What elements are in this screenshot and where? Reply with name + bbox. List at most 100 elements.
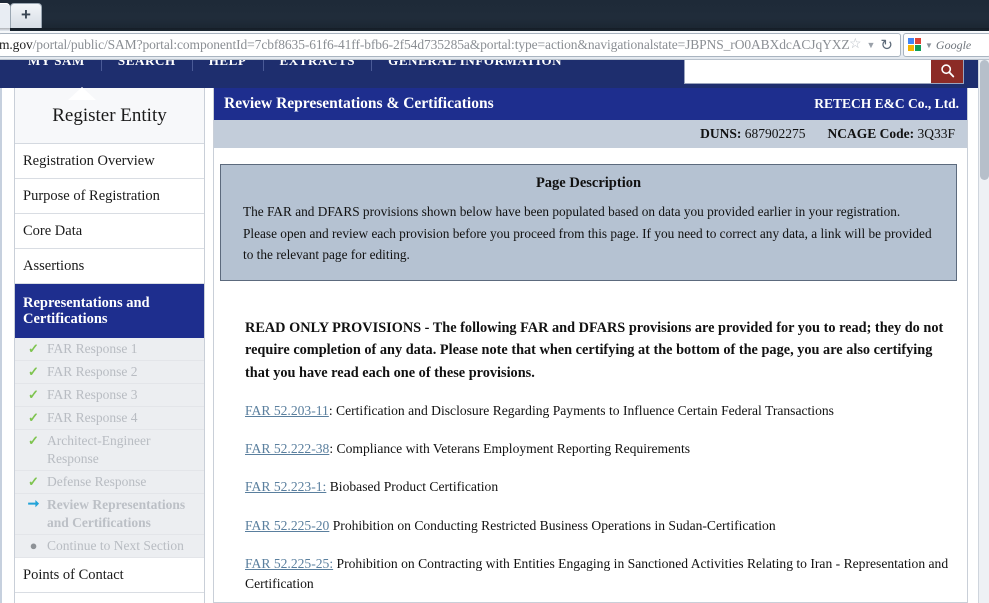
arrow-right-icon: ➞ — [27, 497, 40, 512]
provision-item: FAR 52.222-38: Compliance with Veterans … — [245, 439, 951, 459]
check-icon: ✓ — [28, 387, 39, 402]
sam-search-button[interactable] — [931, 60, 963, 83]
provision-text: Certification and Disclosure Regarding P… — [336, 403, 834, 419]
provision-link[interactable]: FAR 52.203-11 — [245, 403, 329, 418]
google-icon — [908, 38, 922, 52]
nav-active-pointer — [68, 87, 96, 100]
provision-item: FAR 52.203-11: Certification and Disclos… — [245, 401, 951, 421]
sidebar-item-representations-and-certifications[interactable]: Representations and Certifications — [15, 284, 204, 338]
provision-item: FAR 52.225-25: Prohibition on Contractin… — [245, 554, 951, 594]
sidebar-subitem-continue-to-next-section[interactable]: ● Continue to Next Section — [15, 535, 204, 558]
sidebar-subitem-label: FAR Response 1 — [47, 341, 138, 356]
sidebar-subitem-defense-response[interactable]: ✓ Defense Response — [15, 471, 204, 494]
scrollbar-thumb[interactable] — [980, 60, 989, 180]
sidebar-subitem-architect-engineer-response[interactable]: ✓ Architect-Engineer Response — [15, 430, 204, 471]
provision-separator: : — [328, 403, 333, 419]
check-icon: ✓ — [28, 474, 39, 489]
provision-separator: : — [329, 441, 334, 457]
sidebar-subitem-label: Review Representations and Certification… — [47, 497, 186, 530]
star-icon[interactable]: ☆ — [849, 38, 862, 52]
sidebar-item-points-of-contact[interactable]: Points of Contact — [15, 558, 204, 593]
content-title: Review Representations & Certifications — [224, 95, 494, 112]
duns-field: DUNS: 687902275 — [700, 126, 805, 142]
provision-item: FAR 52.225-20 Prohibition on Conducting … — [245, 516, 951, 536]
provision-text: Biobased Product Certification — [329, 479, 499, 495]
sidebar-subitem-label: FAR Response 2 — [47, 364, 138, 379]
provision-link[interactable]: FAR 52.222-38 — [245, 441, 329, 456]
active-tab[interactable] — [0, 3, 10, 31]
search-icon — [940, 63, 954, 77]
sam-top-navigation: MY SAM SEARCH HELP EXTRACTS GENERAL INFO… — [0, 60, 978, 88]
sidebar-nav-list-after: Points of Contact Small Business Certifi… — [15, 558, 204, 603]
browser-navigation-bar: m.gov/portal/public/SAM?portal:component… — [0, 31, 989, 60]
address-bar[interactable]: m.gov/portal/public/SAM?portal:component… — [0, 33, 901, 57]
sidebar-subitem-far-response-1[interactable]: ✓ FAR Response 1 — [15, 338, 204, 361]
sidebar-subitem-review-representations-and-certifications[interactable]: ➞ Review Representations and Certificati… — [15, 494, 204, 535]
sam-search-input[interactable] — [685, 60, 933, 83]
sidebar-item-registration-overview[interactable]: Registration Overview — [15, 144, 204, 179]
read-only-provisions-heading: READ ONLY PROVISIONS - The following FAR… — [245, 319, 944, 382]
sidebar-item-assertions[interactable]: Assertions — [15, 249, 204, 284]
check-icon: ✓ — [28, 410, 39, 425]
page-title: Register Entity — [15, 88, 204, 144]
browser-tab-strip: + — [0, 0, 989, 31]
check-icon: ✓ — [28, 341, 39, 356]
sidebar-subitem-label: Continue to Next Section — [47, 538, 184, 553]
provision-item: FAR 52.223-1: Biobased Product Certifica… — [245, 477, 951, 497]
entity-identifiers-bar: DUNS: 687902275 NCAGE Code: 3Q33F — [214, 120, 967, 148]
ncage-label: NCAGE Code: — [827, 126, 915, 141]
browser-chrome: + m.gov/portal/public/SAM?portal:compone… — [0, 0, 989, 60]
page-description-body: The FAR and DFARS provisions shown below… — [243, 204, 932, 263]
sidebar-nav-list: Registration Overview Purpose of Registr… — [15, 144, 204, 338]
sam-nav-search[interactable]: SEARCH — [102, 60, 193, 71]
sam-nav-help[interactable]: HELP — [193, 60, 264, 71]
reload-icon[interactable]: ↻ — [880, 36, 893, 54]
sidebar-subitem-label: FAR Response 4 — [47, 410, 138, 425]
sidebar-subitem-far-response-3[interactable]: ✓ FAR Response 3 — [15, 384, 204, 407]
check-icon: ✓ — [28, 433, 39, 448]
ncage-value: 3Q33F — [917, 126, 955, 141]
sidebar-item-core-data[interactable]: Core Data — [15, 214, 204, 249]
sidebar-sub-list: ✓ FAR Response 1 ✓ FAR Response 2 ✓ FAR … — [15, 338, 204, 558]
sam-nav-items: MY SAM SEARCH HELP EXTRACTS GENERAL INFO… — [12, 60, 578, 71]
search-engine-chevron-down-icon[interactable]: ▼ — [925, 41, 933, 50]
sidebar-subitem-label: Architect-Engineer Response — [47, 433, 151, 466]
url-host: m.gov — [0, 37, 33, 52]
page-viewport: MY SAM SEARCH HELP EXTRACTS GENERAL INFO… — [0, 60, 989, 603]
sidebar: Register Entity Registration Overview Pu… — [14, 88, 205, 603]
browser-search-box[interactable]: ▼ Google — [903, 33, 989, 57]
address-bar-url: m.gov/portal/public/SAM?portal:component… — [0, 37, 849, 53]
page-scrollbar[interactable] — [978, 60, 989, 603]
company-name: RETECH E&C Co., Ltd. — [814, 96, 959, 111]
address-bar-icons: ☆ ▼ ↻ — [849, 36, 896, 54]
sidebar-subitem-label: Defense Response — [47, 474, 147, 489]
check-icon: ✓ — [28, 364, 39, 379]
sam-nav-extracts[interactable]: EXTRACTS — [264, 60, 373, 71]
content-header: Review Representations & Certifications … — [214, 88, 967, 120]
sidebar-item-small-business-certification[interactable]: Small Business Certification — [15, 593, 204, 603]
ncage-field: NCAGE Code: 3Q33F — [827, 126, 955, 142]
duns-label: DUNS: — [700, 126, 742, 141]
new-tab-button[interactable]: + — [10, 3, 42, 28]
sam-nav-my-sam[interactable]: MY SAM — [12, 60, 102, 71]
provision-link[interactable]: FAR 52.225-20 — [245, 518, 329, 533]
provision-link[interactable]: FAR 52.225-25: — [245, 556, 333, 571]
circle-icon: ● — [29, 538, 38, 553]
main-content: Review Representations & Certifications … — [213, 88, 968, 603]
provisions-list: FAR 52.203-11: Certification and Disclos… — [245, 401, 951, 594]
sidebar-subitem-far-response-2[interactable]: ✓ FAR Response 2 — [15, 361, 204, 384]
provision-link[interactable]: FAR 52.223-1: — [245, 479, 326, 494]
sam-nav-general-information[interactable]: GENERAL INFORMATION — [372, 60, 578, 71]
sidebar-subitem-far-response-4[interactable]: ✓ FAR Response 4 — [15, 407, 204, 430]
sidebar-subitem-label: FAR Response 3 — [47, 387, 138, 402]
provision-text: Prohibition on Conducting Restricted Bus… — [332, 517, 776, 533]
page-description-title: Page Description — [535, 175, 642, 191]
sam-search-container — [684, 60, 964, 84]
provision-text: Prohibition on Contracting with Entities… — [245, 555, 949, 591]
duns-value: 687902275 — [744, 126, 806, 141]
url-path: /portal/public/SAM?portal:componentId=7c… — [32, 37, 849, 52]
chevron-down-icon[interactable]: ▼ — [867, 40, 876, 50]
window-left-edge — [0, 60, 2, 603]
search-engine-label: Google — [935, 37, 972, 52]
sidebar-item-purpose-of-registration[interactable]: Purpose of Registration — [15, 179, 204, 214]
